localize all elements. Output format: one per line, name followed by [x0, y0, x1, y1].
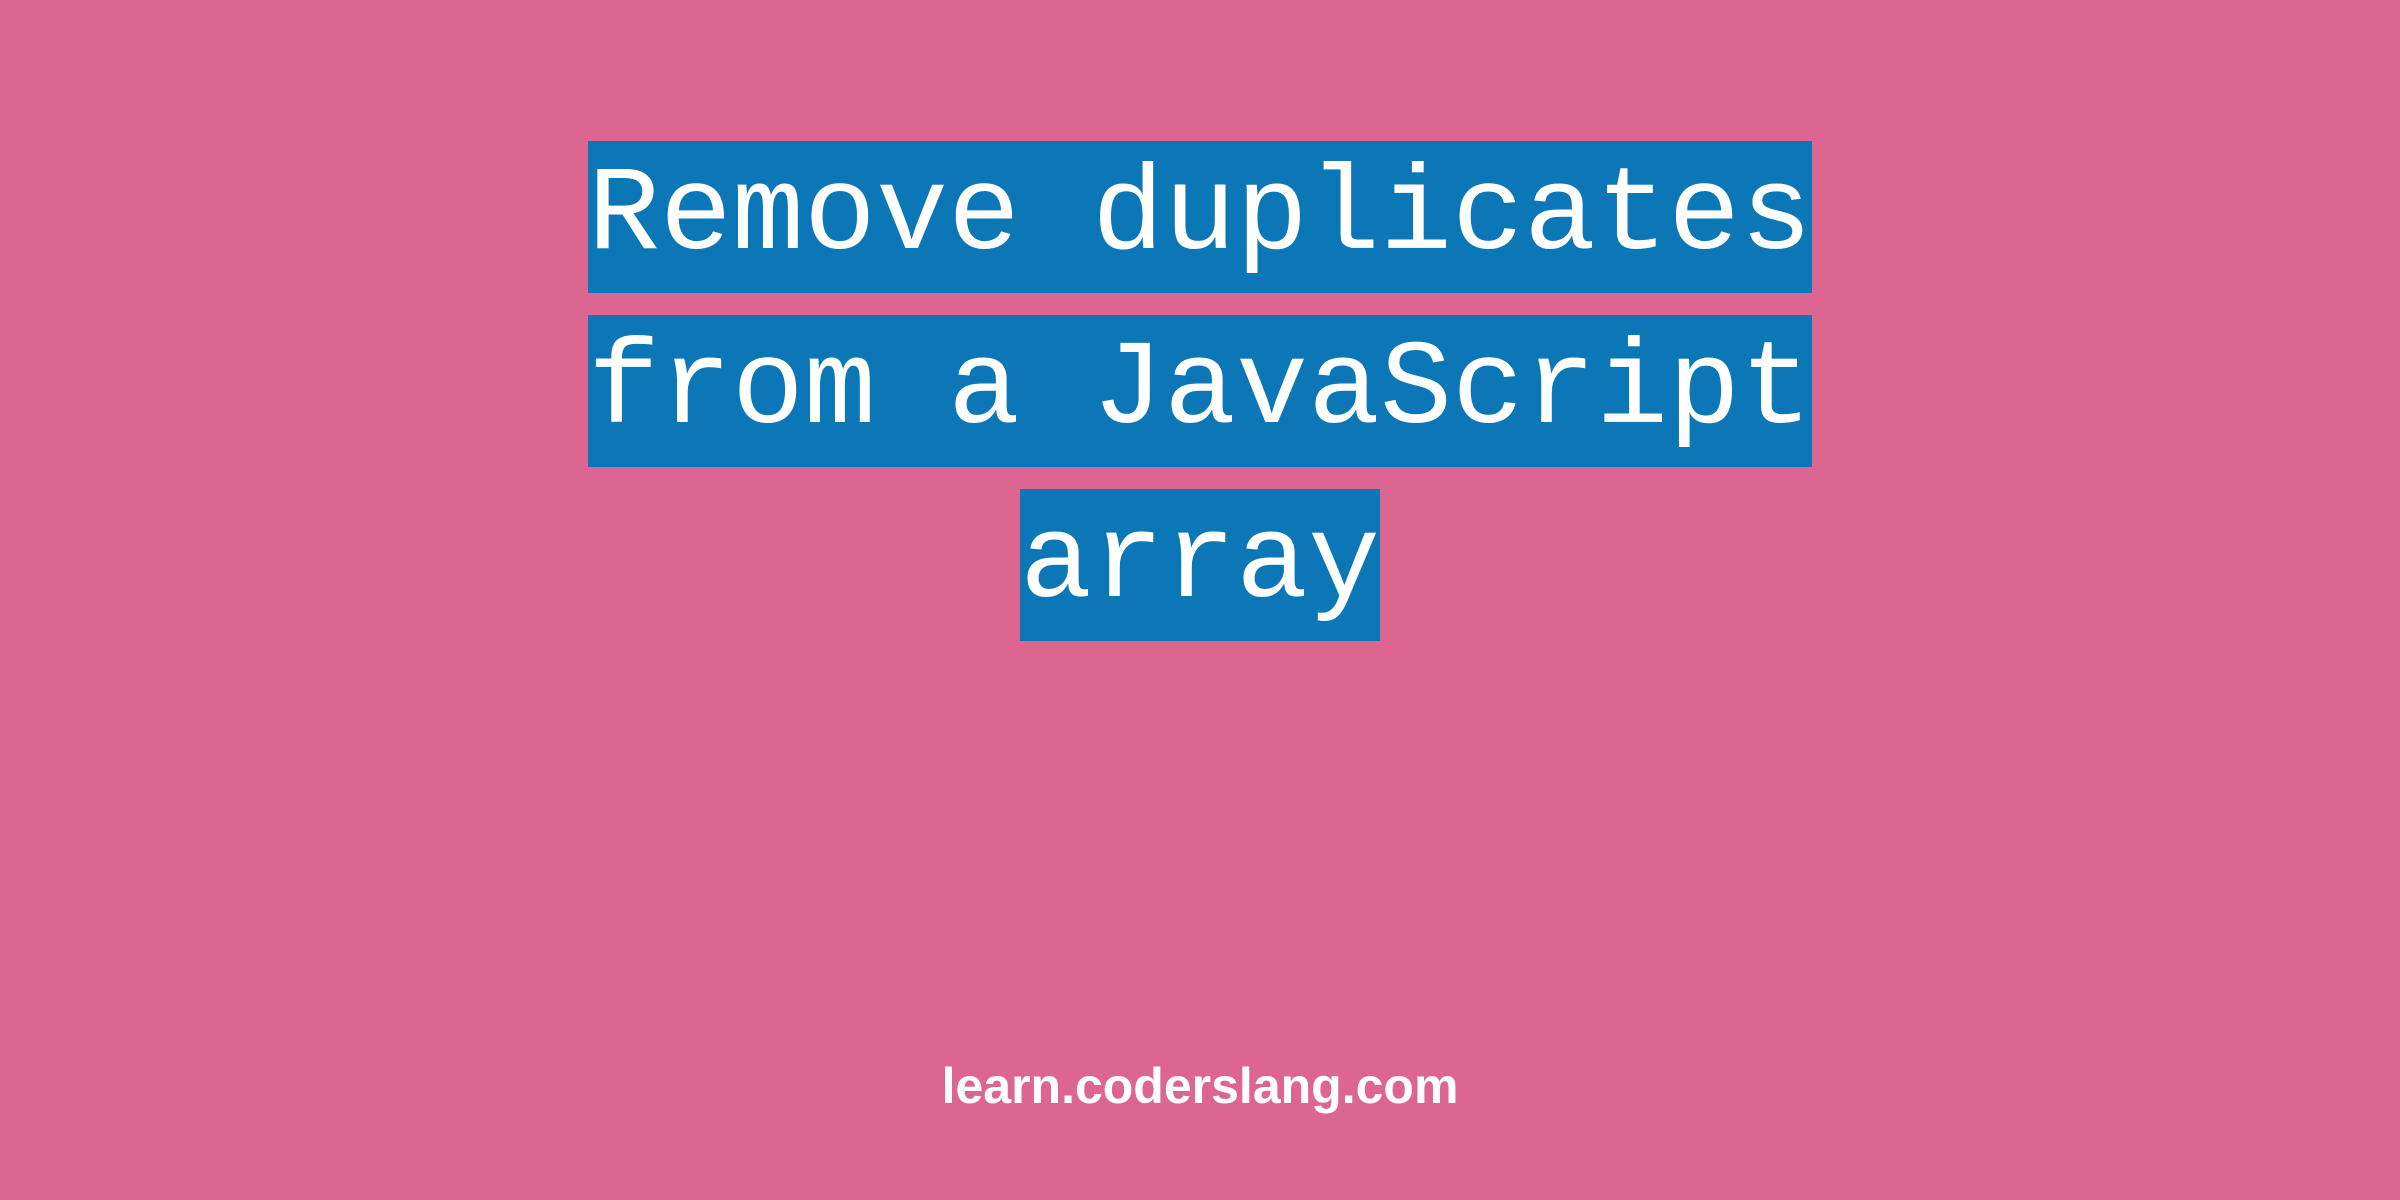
title-line-2: from a JavaScript [588, 323, 1812, 459]
title-line-1: Remove duplicates [588, 149, 1812, 285]
footer-text: learn.coderslang.com [0, 1057, 2400, 1115]
title-container: Remove duplicates from a JavaScript array [0, 130, 2400, 652]
title-text: Remove duplicates from a JavaScript array [588, 141, 1812, 641]
title-line-3: array [1020, 497, 1380, 633]
